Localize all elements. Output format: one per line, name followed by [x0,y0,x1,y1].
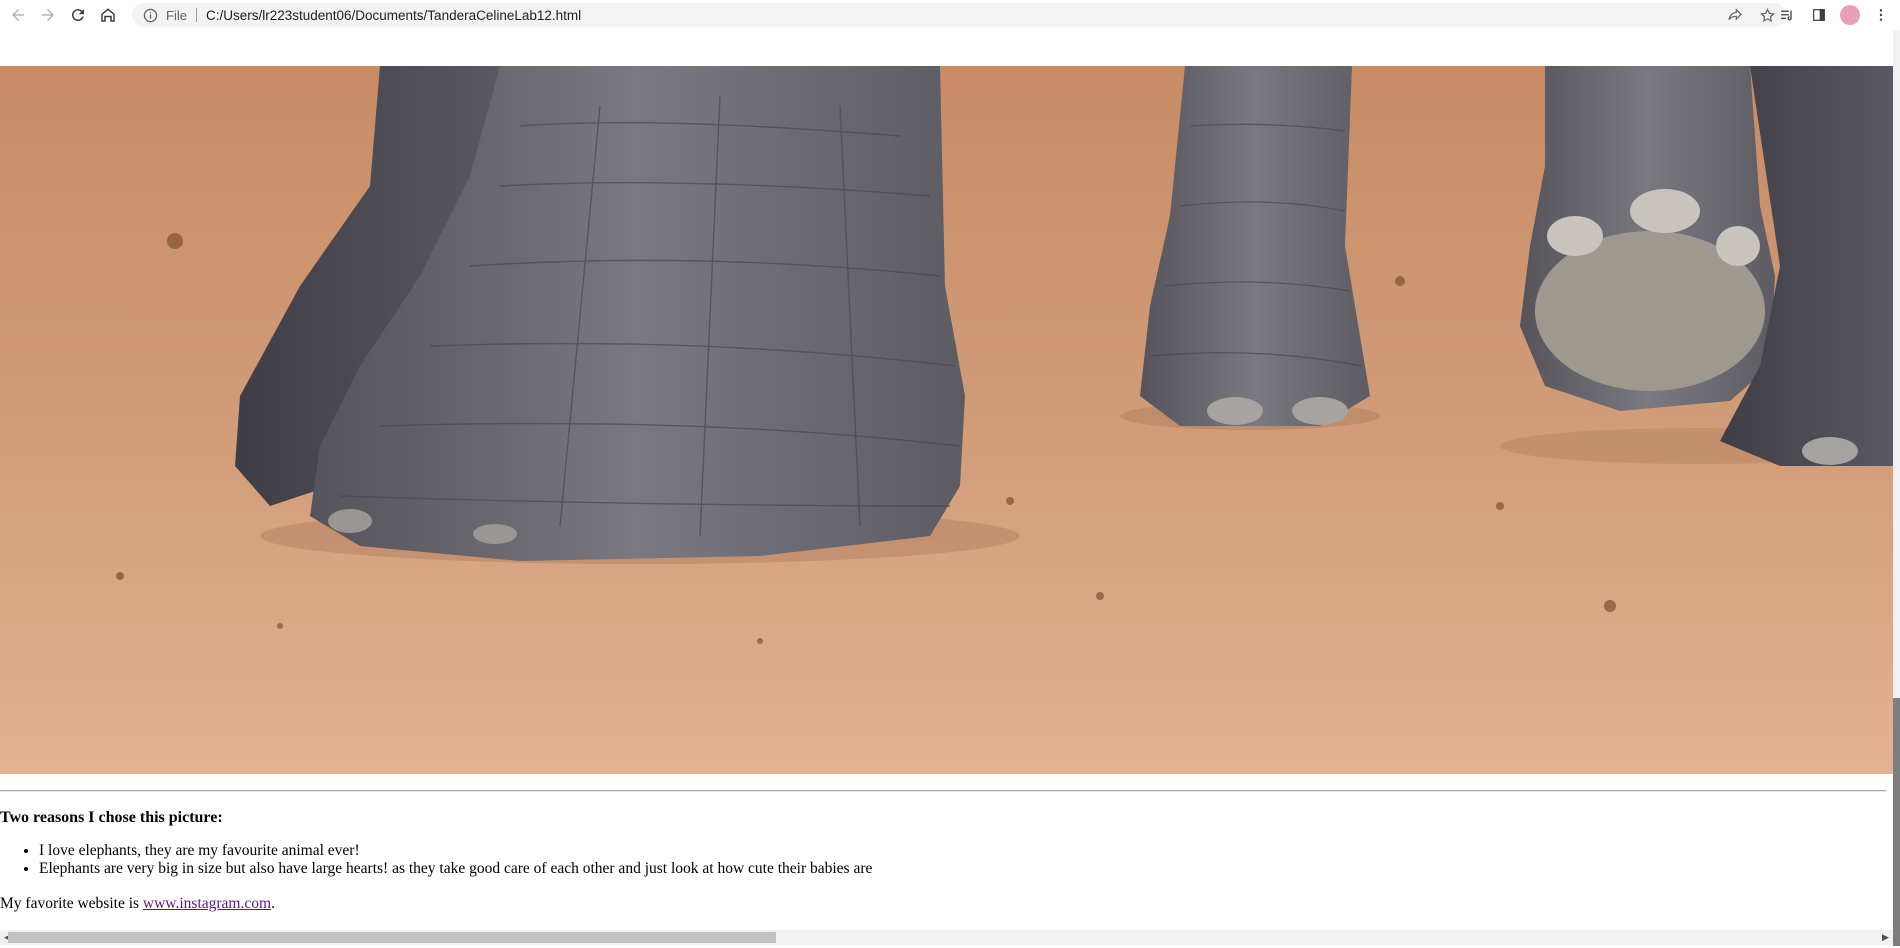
favorite-suffix: . [271,895,275,912]
scroll-right-icon[interactable]: ▶ [1878,930,1893,945]
share-icon[interactable] [1726,6,1744,24]
reload-icon[interactable] [66,3,90,27]
elephant-feet-photo [0,66,1893,774]
vertical-scrollbar[interactable] [1893,30,1900,946]
list-item: Elephants are very big in size but also … [39,860,1890,878]
instagram-link[interactable]: www.instagram.com [143,895,271,912]
browser-toolbar: File C:/Users/lr223student06/Documents/T… [0,0,1900,30]
horizontal-scroll-thumb[interactable] [8,932,776,943]
url-text[interactable]: C:/Users/lr223student06/Documents/Tander… [206,8,581,23]
horizontal-rule [0,790,1886,792]
info-icon[interactable] [142,7,158,23]
url-scheme-label: File [166,7,187,23]
vertical-scroll-thumb[interactable] [1893,698,1900,946]
elephant-feet-illustration [0,66,1893,774]
profile-avatar[interactable] [1840,5,1860,25]
horizontal-scrollbar[interactable]: ◀ ▶ [0,930,1893,945]
list-item: I love elephants, they are my favourite … [39,842,1890,860]
favorite-website-text: My favorite website is www.instagram.com… [0,894,1890,914]
reasons-heading: Two reasons I chose this picture: [0,809,223,826]
address-bar[interactable]: File C:/Users/lr223student06/Documents/T… [132,3,1786,27]
forward-icon[interactable] [36,3,60,27]
reading-list-icon[interactable] [1776,4,1798,26]
kebab-menu-icon[interactable] [1870,4,1892,26]
home-icon[interactable] [96,3,120,27]
back-icon[interactable] [6,3,30,27]
favorite-prefix: My favorite website is [0,895,143,912]
side-panel-icon[interactable] [1808,4,1830,26]
reasons-list: I love elephants, they are my favourite … [0,842,1890,878]
star-icon[interactable] [1758,6,1776,24]
page-content: Two reasons I chose this picture: I love… [0,808,1890,914]
omnibox-divider [195,8,197,22]
